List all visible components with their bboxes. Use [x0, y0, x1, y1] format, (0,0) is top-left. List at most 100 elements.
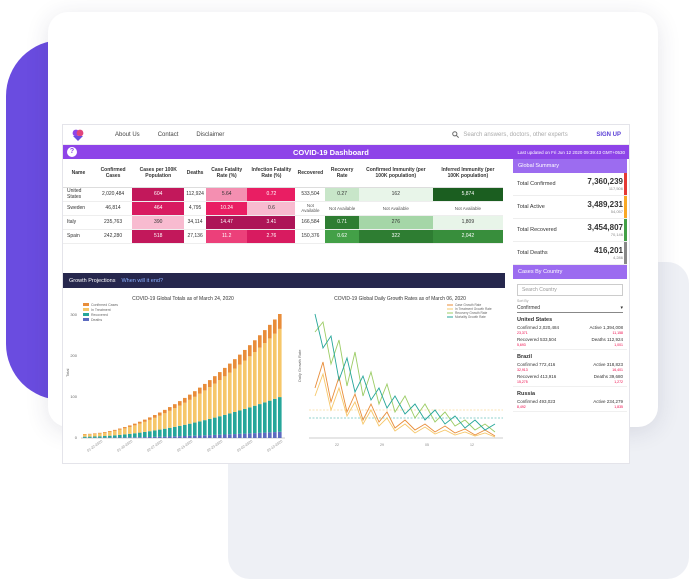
chart1-bar-segment: [188, 394, 192, 400]
table-row[interactable]: Italy 235,763 390 34,114 14.47 3.41 166,…: [63, 215, 503, 230]
chart1-bar-segment: [158, 415, 162, 430]
chart1-bar-segment: [218, 434, 222, 438]
chevron-down-icon: ▾: [620, 304, 623, 311]
chart1-bar-segment: [108, 435, 112, 438]
col-recovery-rate[interactable]: Recovery Rate: [325, 159, 359, 188]
status-stripe: [624, 196, 627, 218]
help-icon[interactable]: ?: [67, 147, 77, 157]
chart1-bar-segment: [238, 354, 242, 365]
cell-confirmed-immunity: 162: [358, 187, 433, 202]
summary-change: 117,506: [608, 186, 623, 191]
cell-ifr: 0.6: [247, 201, 296, 216]
country-confirmed-change: 23,371: [517, 331, 528, 335]
chart1-bar-segment: [133, 433, 137, 438]
chart1-bar-segment: [168, 410, 172, 428]
chart1-bar-segment: [253, 340, 257, 352]
list-item[interactable]: United States Confirmed 2,020,484 Active …: [513, 313, 627, 350]
table-row[interactable]: United States 2,020,484 604 112,924 5.64…: [63, 187, 503, 202]
chart1-ytick: 0: [75, 435, 78, 440]
chart1-legend-recovered: Recovered: [91, 313, 108, 317]
chart1-bar-segment: [268, 432, 272, 438]
chart1-bar-segment: [143, 419, 147, 422]
col-recovered[interactable]: Recovered: [295, 159, 326, 188]
country-confirmed-change: 32,913: [517, 368, 528, 372]
col-deaths[interactable]: Deaths: [184, 159, 206, 188]
dashboard-screen: About Us Contact Disclaimer Search answe…: [62, 124, 630, 464]
chart1-bar-segment: [143, 431, 147, 438]
chart1-bar-segment: [163, 413, 167, 429]
chart2-legend: Case Growth Rate In Treatment Growth Rat…: [447, 303, 492, 319]
chart1-bar-segment: [178, 436, 182, 438]
chart1-bar-segment: [103, 432, 107, 433]
chart1-bar-segment: [183, 424, 187, 436]
chart1-bar-segment: [93, 436, 97, 438]
svg-text:02-07-2020: 02-07-2020: [146, 439, 163, 453]
chart1-bar-segment: [128, 437, 132, 438]
chart-daily-growth: COVID-19 Global Daily Growth Rates as of…: [297, 296, 503, 447]
sort-select[interactable]: Confirmed ▾: [517, 303, 623, 313]
col-inferred-immunity[interactable]: Inferred Immunity (per 100K population): [432, 159, 503, 188]
summary-value: 3,454,807: [587, 223, 623, 232]
chart1-bar-segment: [228, 363, 232, 373]
chart1-bar-segment: [243, 408, 247, 434]
chart1-bar-segment: [273, 398, 277, 433]
cell-per100k: 390: [132, 215, 185, 230]
chart1-bar-segment: [193, 435, 197, 438]
svg-text:12: 12: [470, 443, 474, 447]
chart1-bar-segment: [233, 359, 237, 369]
nav-about-link[interactable]: About Us: [115, 132, 140, 138]
chart1-bar-segment: [138, 421, 142, 424]
nav-contact-link[interactable]: Contact: [158, 132, 179, 138]
country-search-input[interactable]: Search Country: [517, 284, 623, 296]
summary-total-confirmed: Total Confirmed 7,360,239 117,506: [513, 173, 627, 196]
dashboard-titlebar: ? COVID-19 Dashboard Last updated on Fri…: [63, 145, 629, 159]
chart1-bar-segment: [238, 364, 242, 411]
cell-confirmed-immunity: 276: [358, 215, 433, 230]
cell-inferred-immunity: Not Available: [432, 201, 503, 216]
country-active: Active 318,823: [593, 362, 623, 367]
chart1-bar-segment: [173, 426, 177, 437]
cell-recovered: 150,376: [295, 229, 326, 244]
chart1-bar-segment: [113, 435, 117, 438]
col-cfr[interactable]: Case Fatality Rate (%): [205, 159, 248, 188]
cell-confirmed-immunity: Not Available: [358, 201, 433, 216]
chart1-bar-segment: [213, 376, 217, 384]
list-item[interactable]: Russia Confirmed 493,023 Active 234,279 8…: [513, 387, 627, 412]
chart1-bar-segment: [248, 356, 252, 408]
nav-disclaimer-link[interactable]: Disclaimer: [196, 132, 224, 138]
cell-name: Sweden: [63, 201, 94, 216]
chart1-bar-segment: [118, 429, 122, 435]
sort-value: Confirmed: [517, 304, 541, 311]
cell-cfr: 11.2: [205, 229, 248, 244]
list-item[interactable]: Brazil Confirmed 772,416 Active 318,823 3…: [513, 350, 627, 387]
search-bar[interactable]: Search answers, doctors, other experts: [452, 131, 582, 138]
chart1-bar-segment: [163, 428, 167, 437]
country-recovered: Recovered 533,504: [517, 337, 557, 342]
logo-icon[interactable]: [71, 128, 85, 142]
chart1-bar-segment: [248, 433, 252, 438]
chart1-bar-segment: [113, 430, 117, 436]
chart1-bar-segment: [213, 417, 217, 435]
col-ifr[interactable]: Infection Fatality Rate (%): [247, 159, 296, 188]
table-row[interactable]: Sweden 46,814 464 4,795 10.24 0.6 Not Av…: [63, 201, 503, 216]
col-confirmed-immunity[interactable]: Confirmed Immunity (per 100K population): [358, 159, 433, 188]
chart1-bar-segment: [198, 393, 202, 422]
cell-cfr: 14.47: [205, 215, 248, 230]
country-deaths-change: 1,272: [614, 380, 623, 384]
svg-text:03-02-2020: 03-02-2020: [236, 439, 253, 453]
chart2-legend-mortality: Mortality Growth Rate: [455, 315, 486, 319]
chart1-bar-segment: [93, 433, 97, 434]
chart1-bar-segment: [153, 415, 157, 418]
chart1-bar-segment: [148, 436, 152, 438]
signup-button[interactable]: SIGN UP: [596, 132, 621, 138]
cell-recovery-rate: 0.62: [325, 229, 359, 244]
col-name[interactable]: Name: [63, 159, 94, 188]
col-confirmed[interactable]: Confirmed Cases: [93, 159, 133, 188]
summary-total-deaths: Total Deaths 416,201 4,286: [513, 242, 627, 265]
table-header-row: Name Confirmed Cases Cases per 100K Popu…: [63, 159, 503, 188]
chart1-bar-segment: [168, 436, 172, 438]
chart1-bar-segment: [243, 433, 247, 438]
col-per100k[interactable]: Cases per 100K Population: [132, 159, 185, 188]
cell-deaths: 4,795: [184, 201, 206, 216]
table-row[interactable]: Spain 242,280 518 27,136 11.2 2.76 150,3…: [63, 229, 503, 244]
